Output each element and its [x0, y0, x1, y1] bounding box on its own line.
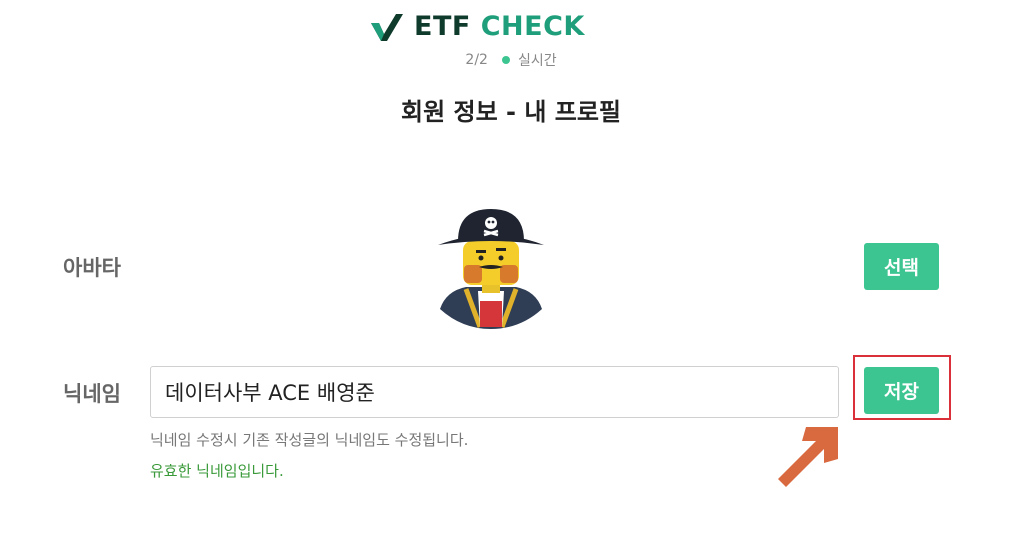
checkmark-icon [371, 14, 403, 41]
site-logo[interactable]: ETF CHECK [370, 12, 585, 42]
live-status: 실시간 [501, 50, 557, 70]
step-indicator: 2/2 실시간 [0, 50, 1022, 70]
save-nickname-button[interactable]: 저장 [864, 367, 939, 414]
nickname-label: 닉네임 [63, 382, 121, 406]
logo-etf: ETF [414, 11, 471, 42]
logo-check: CHECK [480, 11, 585, 42]
step-count: 2/2 [465, 52, 488, 68]
select-avatar-button[interactable]: 선택 [864, 243, 939, 290]
arrow-up-right-icon [778, 427, 838, 487]
nickname-input[interactable] [150, 366, 839, 418]
pirate-avatar-icon [438, 209, 544, 329]
logo-wordmark: ETF CHECK [414, 12, 585, 42]
avatar-label: 아바타 [63, 256, 121, 280]
page-title: 회원 정보 - 내 프로필 [400, 98, 622, 126]
live-dot-icon [501, 56, 510, 64]
nickname-help-text: 닉네임 수정시 기존 작성글의 닉네임도 수정됩니다. [150, 431, 469, 449]
nickname-valid-text: 유효한 닉네임입니다. [150, 462, 284, 480]
live-label: 실시간 [517, 53, 557, 69]
